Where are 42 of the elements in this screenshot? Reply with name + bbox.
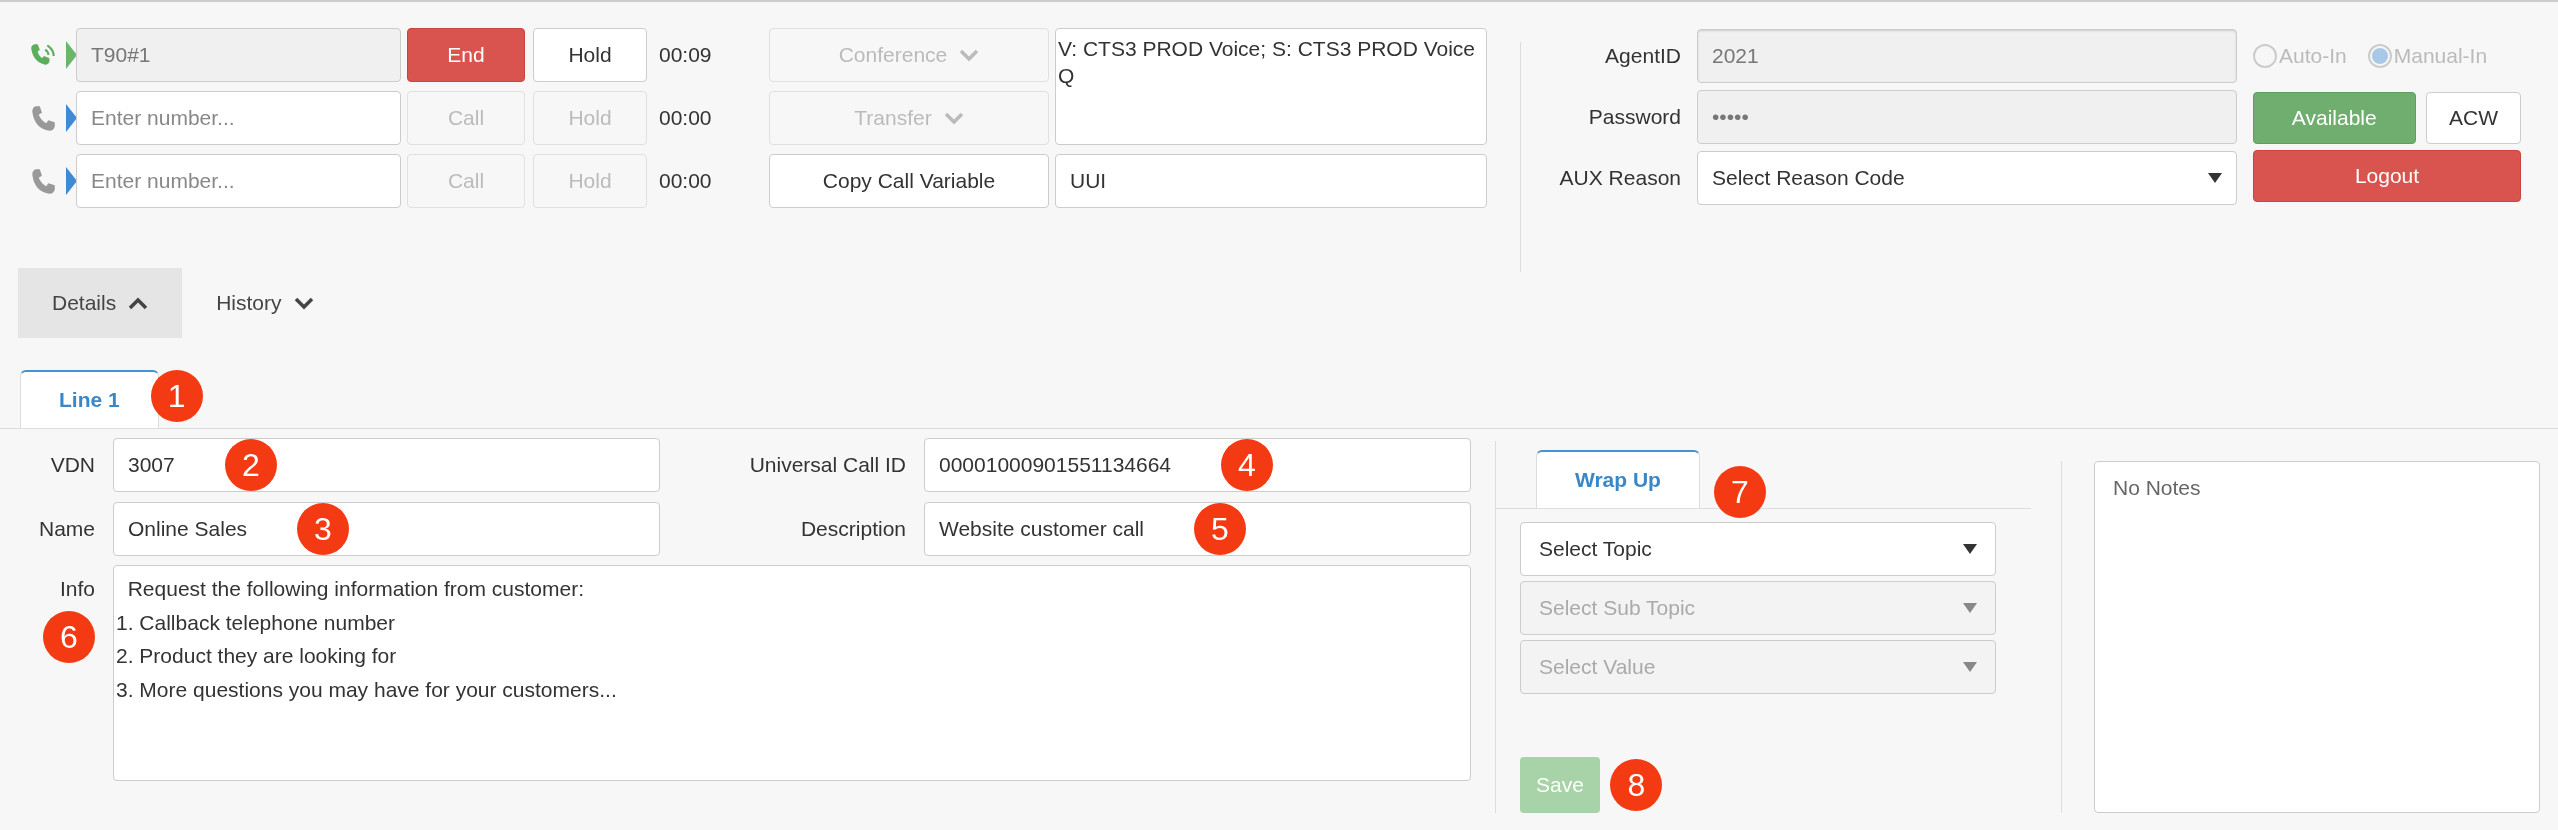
number-marker: 7 [1713,466,1766,518]
call-info-box: V: CTS3 PROD Voice; S: CTS3 PROD Voice Q [1055,28,1487,145]
hold-button[interactable]: Hold [533,28,647,82]
topic-select[interactable]: Select Topic [1520,522,1996,576]
logout-button[interactable]: Logout [2253,150,2521,202]
acw-button[interactable]: ACW [2426,92,2521,144]
line-tab[interactable]: Line 1 [20,370,159,428]
info-textarea[interactable]: Request the following information from customer: 1. Callback telephone number 2. Product they are looking for 3. More questions you may have for your customers... [113,565,1471,781]
end-button[interactable]: End [407,28,525,82]
field-label: AgentID [1604,42,1681,69]
number-field[interactable]: Enter number... [76,154,401,208]
field-label: Name [37,516,95,543]
dropdown-caret-icon [1963,603,1977,613]
number-marker: 8 [1610,759,1663,811]
available-button[interactable]: Available [2253,92,2416,144]
number-marker: 6 [43,610,95,663]
dropdown-caret-icon [1963,662,1977,672]
wrap-up-tab[interactable]: Wrap Up [1536,450,1700,508]
reason-select[interactable]: Select Reason Code [1697,150,2237,205]
chevron-down-icon [943,111,964,125]
notes-area[interactable]: No Notes [2094,461,2540,813]
number-marker: 1 [150,370,203,422]
call-timer: 00:00 [659,168,713,195]
section-tab[interactable]: Details [18,268,183,338]
uui-field[interactable]: UUI [1055,154,1487,208]
dropdown-caret-icon [1963,544,1977,554]
field-label: Info [59,576,95,602]
call-timer: 00:09 [659,42,713,69]
number-field[interactable]: Enter number... [76,91,401,145]
call-timer: 00:00 [659,105,713,132]
section-tab[interactable]: History [182,268,348,338]
chevron-down-icon [293,296,314,310]
field-label: Password [1587,103,1681,130]
field-label: AUX Reason [1558,164,1681,191]
chevron-down-icon [959,48,980,62]
dropdown-caret-icon [2208,172,2222,183]
field-label: Universal Call ID [748,452,906,479]
field-label: Description [799,516,906,543]
field-label: VDN [49,452,95,479]
chevron-up-icon [128,296,149,310]
copy-button[interactable]: Copy Call Variable [769,154,1049,208]
number-field[interactable]: T90#1 [76,28,401,82]
